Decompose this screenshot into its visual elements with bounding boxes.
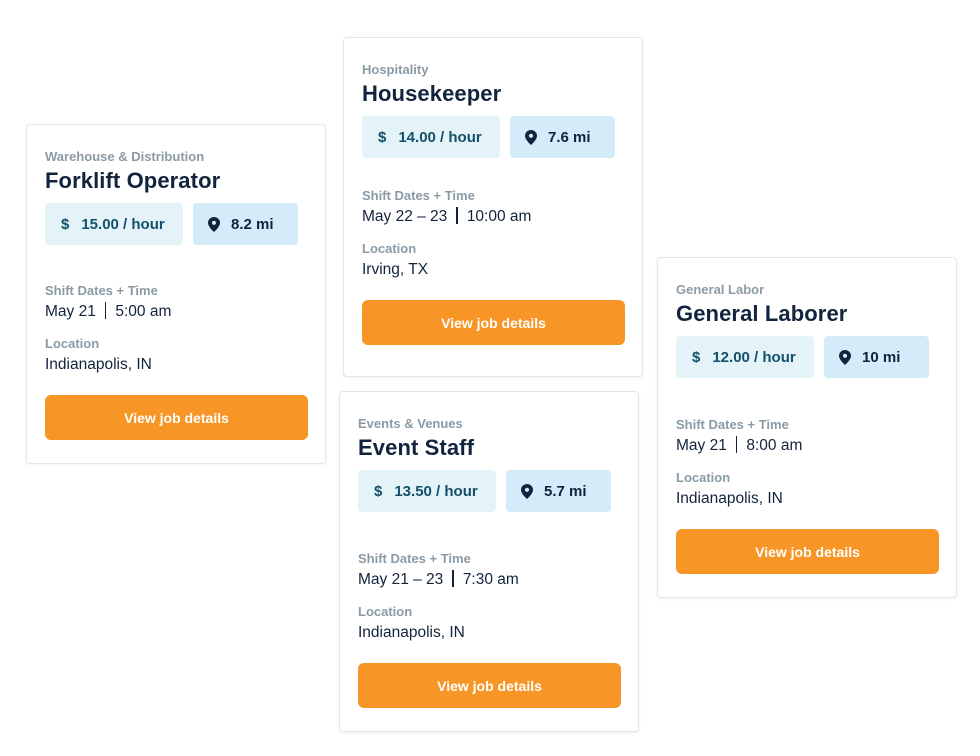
dollar-icon: $ — [61, 215, 70, 233]
job-title: Event Staff — [358, 435, 475, 460]
dollar-icon: $ — [692, 348, 701, 366]
shift-label: Shift Dates + Time — [45, 283, 158, 298]
shift-label: Shift Dates + Time — [676, 417, 789, 432]
pay-badge: $ 15.00 / hour — [45, 203, 183, 245]
divider — [452, 570, 454, 587]
shift-value: May 21 8:00 am — [676, 436, 938, 456]
job-category: Events & Venues — [358, 416, 463, 431]
distance-value: 7.6 mi — [548, 128, 591, 146]
shift-time: 10:00 am — [466, 208, 532, 225]
location-label: Location — [362, 241, 417, 256]
pay-badge: $ 14.00 / hour — [362, 116, 500, 158]
job-title: Housekeeper — [362, 81, 502, 106]
shift-time: 8:00 am — [746, 437, 803, 454]
job-category: General Labor — [676, 282, 765, 297]
distance-badge: 7.6 mi — [510, 116, 615, 158]
view-job-details-button[interactable]: View job details — [362, 300, 625, 345]
shift-label: Shift Dates + Time — [362, 188, 475, 203]
location-label: Location — [45, 336, 100, 351]
location-value: Indianapolis, IN — [45, 356, 152, 373]
shift-dates: May 21 – 23 — [358, 571, 444, 588]
job-card: Hospitality Housekeeper $ 14.00 / hour 7… — [343, 37, 643, 377]
shift-dates: May 21 — [676, 437, 727, 454]
location-value: Indianapolis, IN — [358, 624, 465, 641]
map-pin-icon — [521, 483, 533, 499]
shift-value: May 21 5:00 am — [45, 302, 307, 322]
shift-time: 7:30 am — [462, 571, 519, 588]
distance-value: 10 mi — [862, 348, 901, 366]
distance-badge: 8.2 mi — [193, 203, 298, 245]
location-label: Location — [676, 470, 731, 485]
map-pin-icon — [208, 216, 220, 232]
location-label: Location — [358, 604, 413, 619]
job-title: Forklift Operator — [45, 168, 221, 193]
view-job-details-button[interactable]: View job details — [676, 529, 939, 574]
divider — [735, 436, 738, 453]
location-value: Irving, TX — [362, 261, 429, 278]
job-category: Warehouse & Distribution — [45, 149, 205, 164]
pay-badge: $ 12.00 / hour — [676, 336, 814, 378]
shift-time: 5:00 am — [115, 303, 172, 320]
pay-badge: $ 13.50 / hour — [358, 470, 496, 512]
distance-badge: 10 mi — [824, 336, 929, 378]
shift-dates: May 22 – 23 — [362, 208, 448, 225]
distance-badge: 5.7 mi — [506, 470, 611, 512]
shift-value: May 21 – 23 7:30 am — [358, 570, 620, 590]
map-pin-icon — [525, 129, 537, 145]
job-card: Warehouse & Distribution Forklift Operat… — [26, 124, 326, 464]
job-category: Hospitality — [362, 62, 429, 77]
shift-dates: May 21 — [45, 303, 96, 320]
dollar-icon: $ — [374, 482, 383, 500]
pay-rate: 14.00 / hour — [398, 128, 482, 146]
divider — [104, 302, 107, 319]
pay-rate: 13.50 / hour — [394, 482, 478, 500]
distance-value: 8.2 mi — [231, 215, 274, 233]
job-card: General Labor General Laborer $ 12.00 / … — [657, 257, 957, 598]
job-card: Events & Venues Event Staff $ 13.50 / ho… — [339, 391, 639, 732]
shift-label: Shift Dates + Time — [358, 551, 471, 566]
distance-value: 5.7 mi — [544, 482, 587, 500]
divider — [456, 207, 458, 224]
dollar-icon: $ — [378, 128, 387, 146]
view-job-details-button[interactable]: View job details — [358, 663, 621, 708]
map-pin-icon — [839, 349, 851, 365]
location-value: Indianapolis, IN — [676, 490, 783, 507]
job-title: General Laborer — [676, 301, 848, 326]
pay-rate: 12.00 / hour — [712, 348, 796, 366]
shift-value: May 22 – 23 10:00 am — [362, 207, 624, 227]
view-job-details-button[interactable]: View job details — [45, 395, 308, 440]
pay-rate: 15.00 / hour — [81, 215, 165, 233]
